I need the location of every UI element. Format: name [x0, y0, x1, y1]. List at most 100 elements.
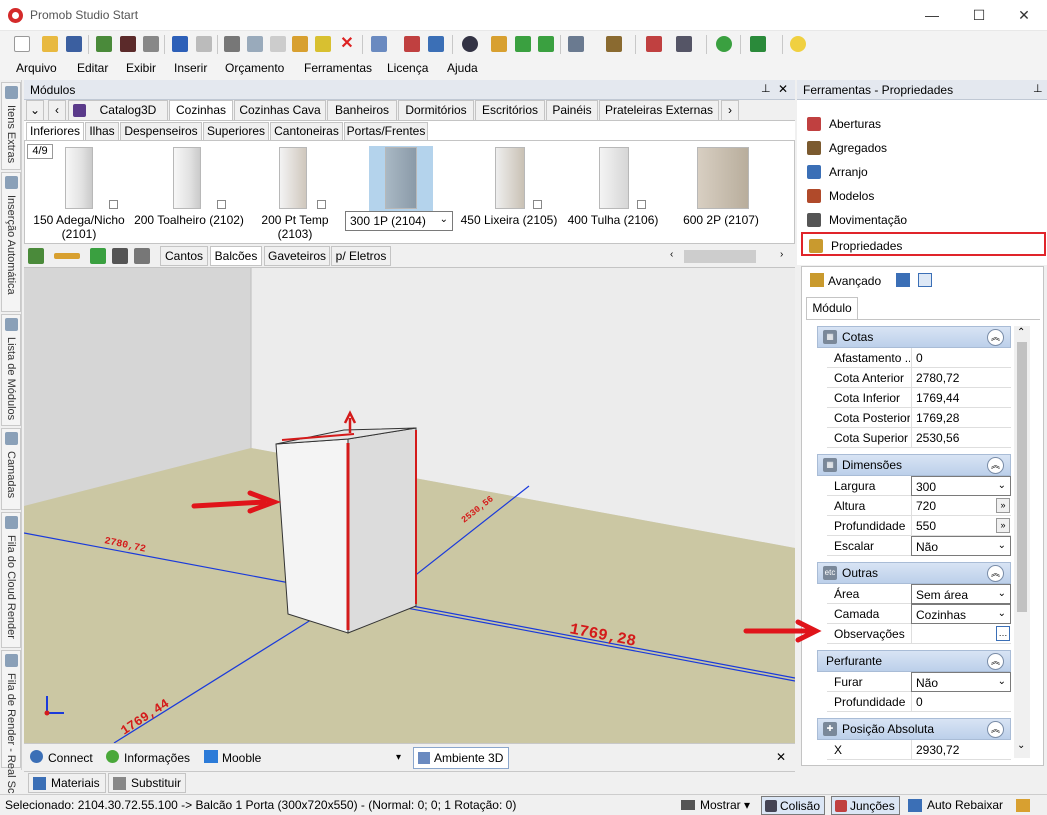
- horizontal-scrollbar[interactable]: [684, 250, 756, 263]
- area-select[interactable]: Sem área ⌄: [911, 584, 1011, 604]
- property-value[interactable]: 0: [911, 348, 1011, 368]
- menu-exibir[interactable]: Exibir: [126, 61, 156, 75]
- module-item[interactable]: 450 Lixeira (2105): [459, 144, 559, 244]
- paste-icon[interactable]: [270, 36, 286, 52]
- report-icon[interactable]: [676, 36, 692, 52]
- box-icon[interactable]: [606, 36, 622, 52]
- section-cotas[interactable]: ▦ Cotas ︽: [817, 326, 1011, 348]
- tooltab-balcoes[interactable]: Balcões: [210, 246, 262, 266]
- subtab-cantoneiras[interactable]: Cantoneiras: [270, 122, 343, 141]
- find-replace-icon[interactable]: [134, 248, 150, 264]
- menu-ferramentas[interactable]: Ferramentas: [304, 61, 372, 75]
- arrow-left-icon[interactable]: [515, 36, 531, 52]
- 3d-view-icon[interactable]: [428, 36, 444, 52]
- scroll-right-icon[interactable]: ›: [780, 249, 783, 260]
- collapse-icon[interactable]: ︽: [987, 565, 1004, 582]
- redo-icon[interactable]: [196, 36, 212, 52]
- menu-licenca[interactable]: Licença: [387, 61, 428, 75]
- module-item[interactable]: 200 Pt Temp (2103): [245, 144, 345, 244]
- module-variant-select[interactable]: 300 1P (2104) ⌄: [345, 211, 453, 231]
- binoculars-icon[interactable]: [112, 248, 128, 264]
- cut-icon[interactable]: [224, 36, 240, 52]
- tab-cozinhas[interactable]: Cozinhas: [169, 100, 233, 121]
- profundidade-field[interactable]: 550 »: [911, 516, 1011, 536]
- collapse-icon[interactable]: ︽: [987, 457, 1004, 474]
- section-outras[interactable]: etc Outras ︽: [817, 562, 1011, 584]
- subtab-inferiores[interactable]: Inferiores: [26, 122, 84, 141]
- layers-icon[interactable]: [371, 36, 387, 52]
- subtab-ilhas[interactable]: Ilhas: [85, 122, 119, 141]
- open-folder-icon[interactable]: [42, 36, 58, 52]
- juncoes-toggle[interactable]: Junções: [831, 796, 900, 815]
- delete-icon[interactable]: ✕: [339, 36, 355, 52]
- check-icon[interactable]: [716, 36, 732, 52]
- subtab-despenseiros[interactable]: Despenseiros: [120, 122, 202, 141]
- expand-button[interactable]: »: [996, 498, 1010, 513]
- arrow-right-icon[interactable]: [538, 36, 554, 52]
- tool-arranjo[interactable]: Arranjo: [801, 160, 1046, 184]
- tab-list-dropdown[interactable]: ⌄: [26, 100, 44, 120]
- print-green-icon[interactable]: [96, 36, 112, 52]
- save-icon[interactable]: [66, 36, 82, 52]
- scroll-up-icon[interactable]: ⌃: [1017, 327, 1025, 338]
- escalar-select[interactable]: Não ⌄: [911, 536, 1011, 556]
- tab-insercao-automatica[interactable]: Inserção Automática: [1, 172, 21, 312]
- tool-agregados[interactable]: Agregados: [801, 136, 1046, 160]
- close-window-button[interactable]: ✕: [1001, 0, 1047, 31]
- tab-banheiros[interactable]: Banheiros: [327, 100, 397, 120]
- close-view-button[interactable]: ✕: [776, 750, 786, 764]
- property-value[interactable]: 1769,28: [911, 408, 1011, 428]
- mooble-link[interactable]: Mooble: [222, 751, 261, 765]
- menu-orcamento[interactable]: Orçamento: [225, 61, 284, 75]
- tip-bulb-icon[interactable]: [790, 36, 806, 52]
- tab-fila-cloud-render[interactable]: Fila do Cloud Render: [1, 512, 21, 648]
- expand-button[interactable]: »: [996, 518, 1010, 533]
- furar-select[interactable]: Não ⌄: [911, 672, 1011, 692]
- scroll-down-icon[interactable]: ▾: [396, 752, 401, 763]
- settings-tool-icon[interactable]: [1016, 799, 1030, 812]
- collapse-icon[interactable]: ︽: [987, 721, 1004, 738]
- scroll-left-icon[interactable]: ‹: [670, 249, 673, 260]
- tab-prateleiras-externas[interactable]: Prateleiras Externas: [599, 100, 719, 120]
- paint-icon[interactable]: [315, 36, 331, 52]
- collapse-icon[interactable]: ︽: [987, 329, 1004, 346]
- collapse-icon[interactable]: ︽: [987, 653, 1004, 670]
- copy-icon[interactable]: [247, 36, 263, 52]
- tool-propriedades[interactable]: Propriedades: [801, 232, 1046, 256]
- subtab-portas-frentes[interactable]: Portas/Frentes: [344, 122, 428, 141]
- scroll-down-icon[interactable]: ⌄: [1017, 740, 1025, 751]
- tool-movimentacao[interactable]: Movimentação: [801, 208, 1046, 232]
- subtab-superiores[interactable]: Superiores: [203, 122, 269, 141]
- tab-paineis[interactable]: Painéis: [546, 100, 598, 120]
- dropdown-icon[interactable]: [637, 200, 646, 209]
- auto-rebaixar-toggle[interactable]: Auto Rebaixar: [927, 798, 1003, 812]
- mostrar-dropdown[interactable]: Mostrar ▾: [700, 798, 750, 812]
- tooltab-p-eletros[interactable]: p/ Eletros: [331, 246, 391, 266]
- section-perfurante[interactable]: Perfurante ︽: [817, 650, 1011, 672]
- property-value[interactable]: 1769,44: [911, 388, 1011, 408]
- rotate-icon[interactable]: [491, 36, 507, 52]
- pin-icon[interactable]: ⊥: [1033, 82, 1043, 95]
- ellipsis-button[interactable]: …: [996, 626, 1010, 641]
- property-value[interactable]: 0: [911, 692, 1011, 712]
- connect-link[interactable]: Connect: [48, 751, 93, 765]
- section-posicao-absoluta[interactable]: ✚ Posição Absoluta ︽: [817, 718, 1011, 740]
- dropdown-icon[interactable]: [217, 200, 226, 209]
- module-item-selected[interactable]: 300 1P (2104) ⌄: [345, 144, 455, 244]
- module-item[interactable]: 400 Tulha (2106): [563, 144, 663, 244]
- cabinet-front[interactable]: [275, 438, 349, 634]
- property-value[interactable]: 2780,72: [911, 368, 1011, 388]
- tooltab-gaveteiros[interactable]: Gaveteiros: [264, 246, 330, 266]
- close-panel-button[interactable]: ✕: [778, 82, 788, 96]
- dropdown-icon[interactable]: [533, 200, 542, 209]
- tab-catalog3d[interactable]: Catalog3D: [68, 100, 168, 120]
- ruler-icon[interactable]: [54, 253, 80, 259]
- menu-inserir[interactable]: Inserir: [174, 61, 207, 75]
- tab-lista-de-modulos[interactable]: Lista de Módulos: [1, 314, 21, 426]
- print-red-icon[interactable]: [120, 36, 136, 52]
- tab-substituir[interactable]: Substituir: [108, 773, 186, 793]
- tab-scroll-right[interactable]: ›: [721, 100, 739, 120]
- undo-icon[interactable]: [172, 36, 188, 52]
- hammer-icon[interactable]: [292, 36, 308, 52]
- insert-icon[interactable]: [90, 248, 106, 264]
